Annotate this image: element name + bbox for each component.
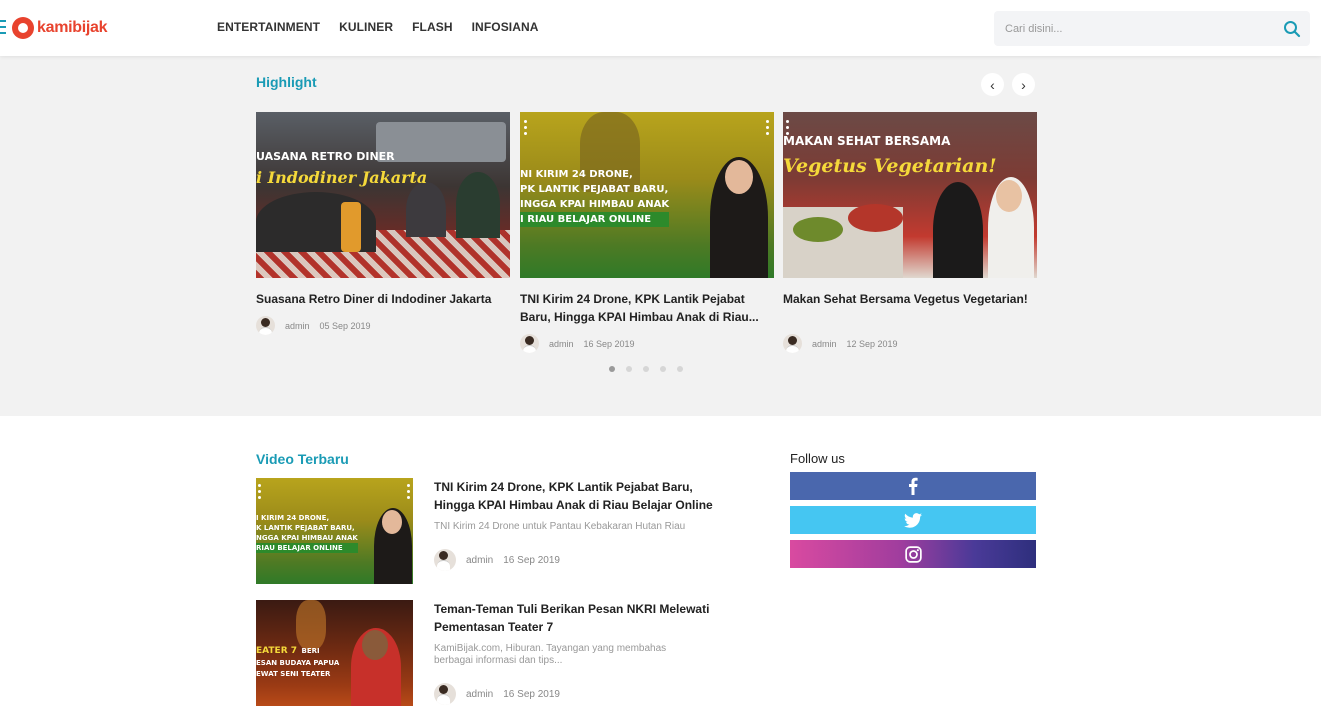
video-overlay-line: NGGA KPAI HIMBAU ANAK: [256, 534, 358, 542]
chevron-left-icon: ‹: [990, 76, 995, 93]
carousel-prev-button[interactable]: ‹: [981, 73, 1004, 96]
facebook-button[interactable]: [790, 472, 1036, 500]
carousel-dot[interactable]: [626, 366, 632, 372]
search-box: [994, 11, 1310, 46]
twitter-button[interactable]: [790, 506, 1036, 534]
card-overlay-line: Vegetus Vegetarian!: [783, 155, 997, 177]
carousel-pagination: [609, 366, 694, 372]
carousel-dot[interactable]: [643, 366, 649, 372]
highlight-title: Highlight: [256, 74, 317, 90]
author-name: admin: [466, 688, 494, 700]
nav-item-flash[interactable]: FLASH: [412, 20, 453, 34]
video-info: Teman-Teman Tuli Berikan Pesan NKRI Mele…: [434, 600, 734, 667]
more-options-icon[interactable]: [766, 120, 770, 138]
card-meta: admin 12 Sep 2019: [783, 334, 1037, 353]
highlight-section: Highlight ‹ › UASANA RETRO DINER i Indod…: [0, 56, 1321, 416]
video-overlay-line: I KIRIM 24 DRONE,: [256, 514, 330, 522]
post-date: 16 Sep 2019: [503, 688, 560, 700]
video-description: KamiBijak.com, Hiburan. Tayangan yang me…: [434, 643, 667, 666]
card-overlay-line: i Indodiner Jakarta: [256, 168, 428, 187]
card-thumbnail[interactable]: NI KIRIM 24 DRONE, PK LANTIK PEJABAT BAR…: [520, 112, 774, 278]
post-date: 12 Sep 2019: [846, 338, 898, 349]
site-header: kamibijak ENTERTAINMENT KULINER FLASH IN…: [0, 0, 1321, 56]
chevron-right-icon: ›: [1021, 76, 1026, 93]
card-meta: admin 05 Sep 2019: [256, 316, 510, 335]
card-overlay-line: PK LANTIK PEJABAT BARU,: [520, 184, 669, 195]
author-name: admin: [466, 554, 494, 566]
search-input[interactable]: [994, 11, 1274, 46]
card-title[interactable]: Suasana Retro Diner di Indodiner Jakarta: [256, 290, 510, 308]
logo-text: kamibijak: [37, 19, 108, 36]
card-overlay-line: MAKAN SEHAT BERSAMA: [783, 134, 951, 148]
card-title[interactable]: TNI Kirim 24 Drone, KPK Lantik Pejabat B…: [520, 290, 774, 326]
carousel-dot[interactable]: [660, 366, 666, 372]
video-title[interactable]: TNI Kirim 24 Drone, KPK Lantik Pejabat B…: [434, 478, 734, 514]
facebook-icon: [909, 477, 918, 495]
card-thumbnail[interactable]: UASANA RETRO DINER i Indodiner Jakarta: [256, 112, 510, 278]
card-overlay-line: INGGA KPAI HIMBAU ANAK: [520, 199, 670, 210]
post-date: 16 Sep 2019: [583, 338, 635, 349]
highlight-card[interactable]: NI KIRIM 24 DRONE, PK LANTIK PEJABAT BAR…: [520, 112, 774, 353]
main-nav: ENTERTAINMENT KULINER FLASH INFOSIANA: [217, 20, 558, 34]
more-options-icon[interactable]: [258, 484, 262, 502]
hamburger-menu-icon[interactable]: [0, 20, 6, 34]
video-meta: admin 16 Sep 2019: [434, 549, 560, 571]
video-overlay-row: EATER 7 BERI: [256, 640, 339, 658]
video-info: TNI Kirim 24 Drone, KPK Lantik Pejabat B…: [434, 478, 734, 533]
instagram-button[interactable]: [790, 540, 1036, 568]
card-overlay-line: NI KIRIM 24 DRONE,: [520, 169, 633, 180]
video-overlay-line: EWAT SENI TEATER: [256, 670, 331, 678]
video-thumbnail[interactable]: I KIRIM 24 DRONE, K LANTIK PEJABAT BARU,…: [256, 478, 413, 584]
video-overlay-line: RIAU BELAJAR ONLINE: [256, 543, 358, 553]
highlight-card[interactable]: UASANA RETRO DINER i Indodiner Jakarta S…: [256, 112, 510, 335]
avatar: [434, 683, 456, 705]
video-section-title: Video Terbaru: [256, 451, 349, 467]
nav-item-entertainment[interactable]: ENTERTAINMENT: [217, 20, 320, 34]
video-overlay-line: K LANTIK PEJABAT BARU,: [256, 524, 355, 532]
highlight-card[interactable]: MAKAN SEHAT BERSAMA Vegetus Vegetarian! …: [783, 112, 1037, 353]
author-name: admin: [549, 338, 574, 349]
carousel-dot[interactable]: [609, 366, 615, 372]
author-name: admin: [812, 338, 837, 349]
avatar: [434, 549, 456, 571]
carousel-dot[interactable]: [677, 366, 683, 372]
card-overlay-line: I RIAU BELAJAR ONLINE: [520, 212, 670, 227]
author-name: admin: [285, 320, 310, 331]
video-title[interactable]: Teman-Teman Tuli Berikan Pesan NKRI Mele…: [434, 600, 734, 636]
twitter-icon: [904, 512, 922, 528]
video-thumbnail[interactable]: EATER 7 BERI ESAN BUDAYA PAPUA EWAT SENI…: [256, 600, 413, 706]
more-options-icon[interactable]: [407, 484, 411, 502]
video-overlay-line: BERI: [301, 647, 320, 655]
card-overlay-line: UASANA RETRO DINER: [256, 150, 395, 163]
logo-mark-icon: [12, 17, 34, 39]
post-date: 05 Sep 2019: [319, 320, 371, 331]
follow-us-title: Follow us: [790, 451, 845, 466]
carousel-next-button[interactable]: ›: [1012, 73, 1035, 96]
avatar: [783, 334, 802, 353]
avatar: [520, 334, 539, 353]
card-meta: admin 16 Sep 2019: [520, 334, 774, 353]
video-overlay-line: EATER 7: [256, 646, 298, 656]
card-title[interactable]: Makan Sehat Bersama Vegetus Vegetarian!: [783, 290, 1037, 326]
nav-item-kuliner[interactable]: KULINER: [339, 20, 393, 34]
video-description: TNI Kirim 24 Drone untuk Pantau Kebakara…: [434, 521, 686, 532]
nav-item-infosiana[interactable]: INFOSIANA: [472, 20, 539, 34]
instagram-icon: [904, 545, 922, 563]
avatar: [256, 316, 275, 335]
card-thumbnail[interactable]: MAKAN SEHAT BERSAMA Vegetus Vegetarian!: [783, 112, 1037, 278]
video-meta: admin 16 Sep 2019: [434, 683, 560, 705]
site-logo[interactable]: kamibijak: [12, 17, 108, 39]
more-options-icon[interactable]: [524, 120, 528, 138]
search-icon[interactable]: [1283, 20, 1301, 38]
post-date: 16 Sep 2019: [503, 554, 560, 566]
video-overlay-line: ESAN BUDAYA PAPUA: [256, 659, 340, 667]
